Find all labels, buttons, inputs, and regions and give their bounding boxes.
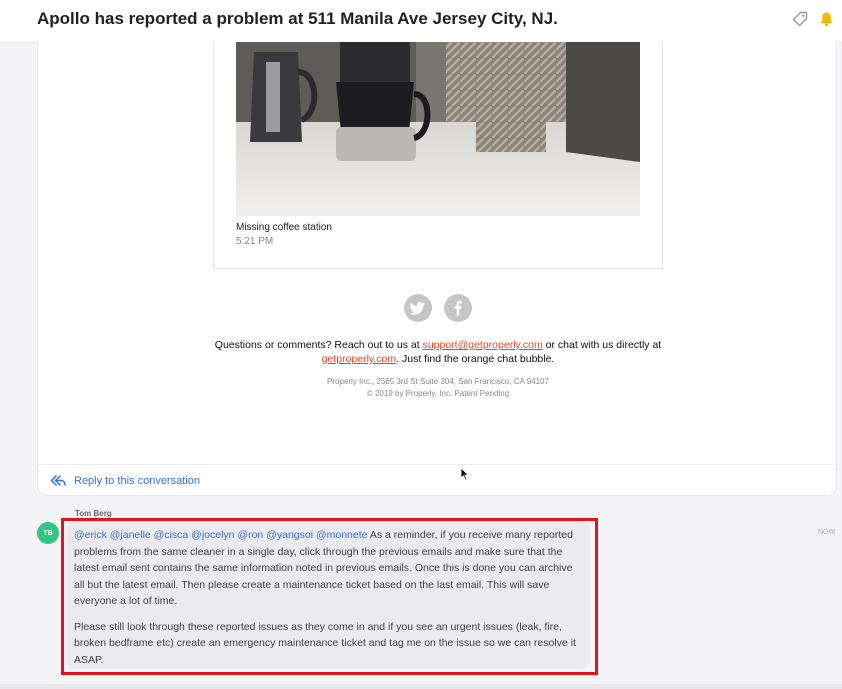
coffee-station-photo xyxy=(236,42,640,216)
comment-mentions[interactable]: @erick @janelle @cisca @jocelyn @ron @ya… xyxy=(74,529,367,541)
conversation-title: Apollo has reported a problem at 511 Man… xyxy=(37,9,558,28)
questions-text: Questions or comments? Reach out to us a… xyxy=(178,338,698,366)
reply-label: Reply to this conversation xyxy=(74,475,200,487)
mouse-cursor-icon xyxy=(460,467,470,486)
comment-paragraph-2: Please still look through these reported… xyxy=(74,620,576,666)
questions-middle: or chat with us directly at xyxy=(542,339,662,351)
questions-prefix: Questions or comments? Reach out to us a… xyxy=(214,339,423,351)
company-footer: Properly Inc., 2565 3rd St Suite 304, Sa… xyxy=(238,376,638,400)
support-email-link[interactable]: support@getproperly.com xyxy=(423,339,543,351)
reply-all-icon xyxy=(50,475,66,486)
twitter-icon[interactable] xyxy=(404,294,432,322)
copyright-line: © 2019 by Properly, Inc. Patent Pending xyxy=(366,389,510,398)
conversation-header: Apollo has reported a problem at 511 Man… xyxy=(0,0,842,43)
bell-icon[interactable] xyxy=(819,11,834,27)
photo-timestamp: 5:21 PM xyxy=(236,236,274,247)
avatar[interactable]: TB xyxy=(37,522,59,544)
comment-author: Tom Berg xyxy=(75,509,112,518)
comment-bubble: @erick @janelle @cisca @jocelyn @ron @ya… xyxy=(66,521,590,669)
photo-caption: Missing coffee station xyxy=(236,222,332,233)
composer-edge xyxy=(0,684,842,689)
site-link[interactable]: getproperly.com xyxy=(322,353,397,365)
email-message-card: Missing coffee station 5:21 PM Questions… xyxy=(37,42,838,496)
facebook-icon[interactable] xyxy=(444,294,472,322)
questions-suffix: . Just find the orange chat bubble. xyxy=(396,353,555,365)
reply-bar: Reply to this conversation xyxy=(38,464,838,496)
reply-to-conversation-button[interactable]: Reply to this conversation xyxy=(50,473,200,489)
comment-timestamp: NOW xyxy=(818,529,836,536)
comment-paragraph-1: @erick @janelle @cisca @jocelyn @ron @ya… xyxy=(74,527,582,610)
company-address: Properly Inc., 2565 3rd St Suite 304, Sa… xyxy=(327,377,549,386)
tag-icon[interactable] xyxy=(792,11,808,27)
